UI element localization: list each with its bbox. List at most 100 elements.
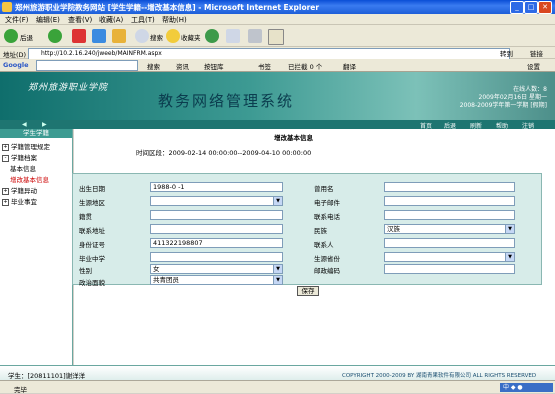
input-native-place[interactable] <box>150 210 283 220</box>
menu-view[interactable]: 查看(V) <box>68 15 92 25</box>
maximize-icon[interactable]: □ <box>524 1 538 14</box>
label-address: 联系地址 <box>79 227 105 235</box>
page-title: 增改基本信息 <box>274 134 313 142</box>
label-native-place: 籍贯 <box>79 213 92 221</box>
window-title: 郑州旅游职业学院教务网站 [学生学籍--增改基本信息] - Microsoft … <box>15 3 320 12</box>
nav-strip: ◀ ▶ 首页 后退 刷新 帮助 注销 <box>0 120 555 130</box>
google-news-button[interactable]: 资讯 <box>176 61 189 71</box>
google-toolbar: Google 搜索 资讯 按钮库 书签 已拦截 0 个 翻译 设置 <box>0 59 555 72</box>
label-postcode: 邮政编码 <box>314 267 340 275</box>
collapse-right-icon[interactable]: ▶ <box>42 121 47 128</box>
forward-icon[interactable] <box>48 29 62 43</box>
chevron-down-icon: ▼ <box>505 225 514 233</box>
menu-favorites[interactable]: 收藏(A) <box>99 15 123 25</box>
label-gender: 性别 <box>79 267 92 275</box>
label-email: 电子邮件 <box>314 199 340 207</box>
select-origin-region[interactable]: ▼ <box>150 196 283 206</box>
system-title: 教务网络管理系统 <box>158 92 295 110</box>
address-bar: 地址(D) http://10.2.16.240/jweeb/MAINFRM.a… <box>0 47 555 60</box>
menu-file[interactable]: 文件(F) <box>5 15 29 25</box>
input-contact-person[interactable] <box>384 238 515 248</box>
input-id-number[interactable]: 411322198807 <box>150 238 283 248</box>
expand-icon: + <box>2 187 9 195</box>
home-icon[interactable] <box>112 29 126 43</box>
sidebar-header: 学生学籍 <box>0 129 72 138</box>
mail-icon[interactable] <box>226 29 240 43</box>
search-icon[interactable] <box>135 29 149 43</box>
label-ethnicity: 民族 <box>314 227 327 235</box>
ie-icon <box>2 2 12 12</box>
print-icon[interactable] <box>248 29 262 43</box>
links-button[interactable]: 链接 <box>530 48 543 58</box>
menu-help[interactable]: 帮助(H) <box>162 15 187 25</box>
chevron-down-icon: ▼ <box>505 253 514 261</box>
input-phone[interactable] <box>384 210 515 220</box>
select-origin-province[interactable]: ▼ <box>384 252 515 262</box>
sidebar-item-edit-info[interactable]: 增改基本信息 <box>10 174 49 184</box>
refresh-icon[interactable] <box>92 29 106 43</box>
back-icon[interactable] <box>4 29 18 43</box>
address-label: 地址(D) <box>3 51 27 59</box>
google-search-button[interactable]: 搜索 <box>147 61 160 71</box>
label-political-status: 政治面貌 <box>79 279 105 287</box>
site-banner: 郑州旅游职业学院 教务网络管理系统 在线人数：8 2009年02月16日 星期一… <box>0 72 555 120</box>
menu-edit[interactable]: 编辑(E) <box>36 15 60 25</box>
favorites-icon[interactable] <box>166 29 180 43</box>
sidebar: 学生学籍 + 学籍管理规定 - 学籍档案 基本信息 增改基本信息 + 学籍异动 + 毕业… <box>0 129 73 365</box>
google-settings-button[interactable]: 设置 <box>527 61 540 71</box>
google-bookmarks-button[interactable]: 书签 <box>258 61 271 71</box>
chevron-down-icon: ▼ <box>273 197 282 205</box>
collapse-left-icon[interactable]: ◀ <box>22 121 27 128</box>
ime-indicator[interactable]: 中 ◆ ● <box>500 383 553 392</box>
chevron-down-icon: ▼ <box>273 276 282 284</box>
sidebar-item-status-change[interactable]: + 学籍异动 <box>2 185 37 195</box>
input-postcode[interactable] <box>384 264 515 274</box>
minimize-icon[interactable]: _ <box>510 1 524 14</box>
toolbar: 后退 搜索 收藏夹 <box>0 25 555 47</box>
menu-bar: 文件(F) 编辑(E) 查看(V) 收藏(A) 工具(T) 帮助(H) <box>0 14 555 25</box>
back-label[interactable]: 后退 <box>20 32 33 42</box>
sidebar-item-regulations[interactable]: + 学籍管理规定 <box>2 141 50 151</box>
google-search-input[interactable] <box>36 60 138 71</box>
stop-icon[interactable] <box>72 29 86 43</box>
sidebar-item-basic-info[interactable]: 基本信息 <box>10 163 36 173</box>
time-range: 时间区段：2009-02-14 00:00:00--2009-04-10 00:… <box>136 149 312 157</box>
popup-blocker[interactable]: 已拦截 0 个 <box>288 61 322 71</box>
favorites-label[interactable]: 收藏夹 <box>181 32 201 42</box>
label-id-number: 身份证号 <box>79 241 105 249</box>
translate-button[interactable]: 翻译 <box>343 61 356 71</box>
input-high-school[interactable] <box>150 252 283 262</box>
current-date: 2009年02月16日 星期一 <box>478 94 547 101</box>
current-term: 2008-2009学年第一学期 [假期] <box>459 102 547 109</box>
browser-statusbar: 完毕 中 ◆ ● <box>0 380 555 394</box>
label-phone: 联系电话 <box>314 213 340 221</box>
history-icon[interactable] <box>205 29 219 43</box>
label-origin-province: 生源省份 <box>314 255 340 263</box>
input-email[interactable] <box>384 196 515 206</box>
go-button[interactable]: 转到 <box>500 48 513 58</box>
select-gender[interactable]: 女 ▼ <box>150 264 283 274</box>
input-address[interactable] <box>150 224 283 234</box>
search-label[interactable]: 搜索 <box>150 32 163 42</box>
window-titlebar: 郑州旅游职业学院教务网站 [学生学籍--增改基本信息] - Microsoft … <box>0 0 555 14</box>
select-ethnicity[interactable]: 汉族 ▼ <box>384 224 515 234</box>
close-icon[interactable]: ✕ <box>538 1 552 14</box>
expand-icon: + <box>2 143 9 151</box>
sidebar-item-archives[interactable]: - 学籍档案 <box>2 152 37 162</box>
label-contact-person: 联系人 <box>314 241 334 249</box>
online-count: 在线人数：8 <box>513 86 547 93</box>
label-birthdate: 出生日期 <box>79 185 105 193</box>
sidebar-item-graduation[interactable]: + 毕业事宜 <box>2 196 37 206</box>
edit-icon[interactable] <box>268 29 284 45</box>
collapse-icon: - <box>2 154 9 162</box>
session-info: 在线人数：8 2009年02月16日 星期一 2008-2009学年第一学期 [… <box>460 86 547 110</box>
google-tools-button[interactable]: 按钮库 <box>204 61 224 71</box>
chevron-down-icon: ▼ <box>273 265 282 273</box>
copyright: COPYRIGHT 2000-2009 BY 湖南青果软件有限公司 ALL RI… <box>342 373 537 379</box>
label-origin-region: 生源地区 <box>79 199 105 207</box>
input-birthdate[interactable]: 1988-0 -1 <box>150 182 283 192</box>
save-button[interactable]: 保存 <box>297 286 319 296</box>
menu-tools[interactable]: 工具(T) <box>131 15 155 25</box>
select-political-status[interactable]: 共青团员 ▼ <box>150 275 283 285</box>
input-former-name[interactable] <box>384 182 515 192</box>
